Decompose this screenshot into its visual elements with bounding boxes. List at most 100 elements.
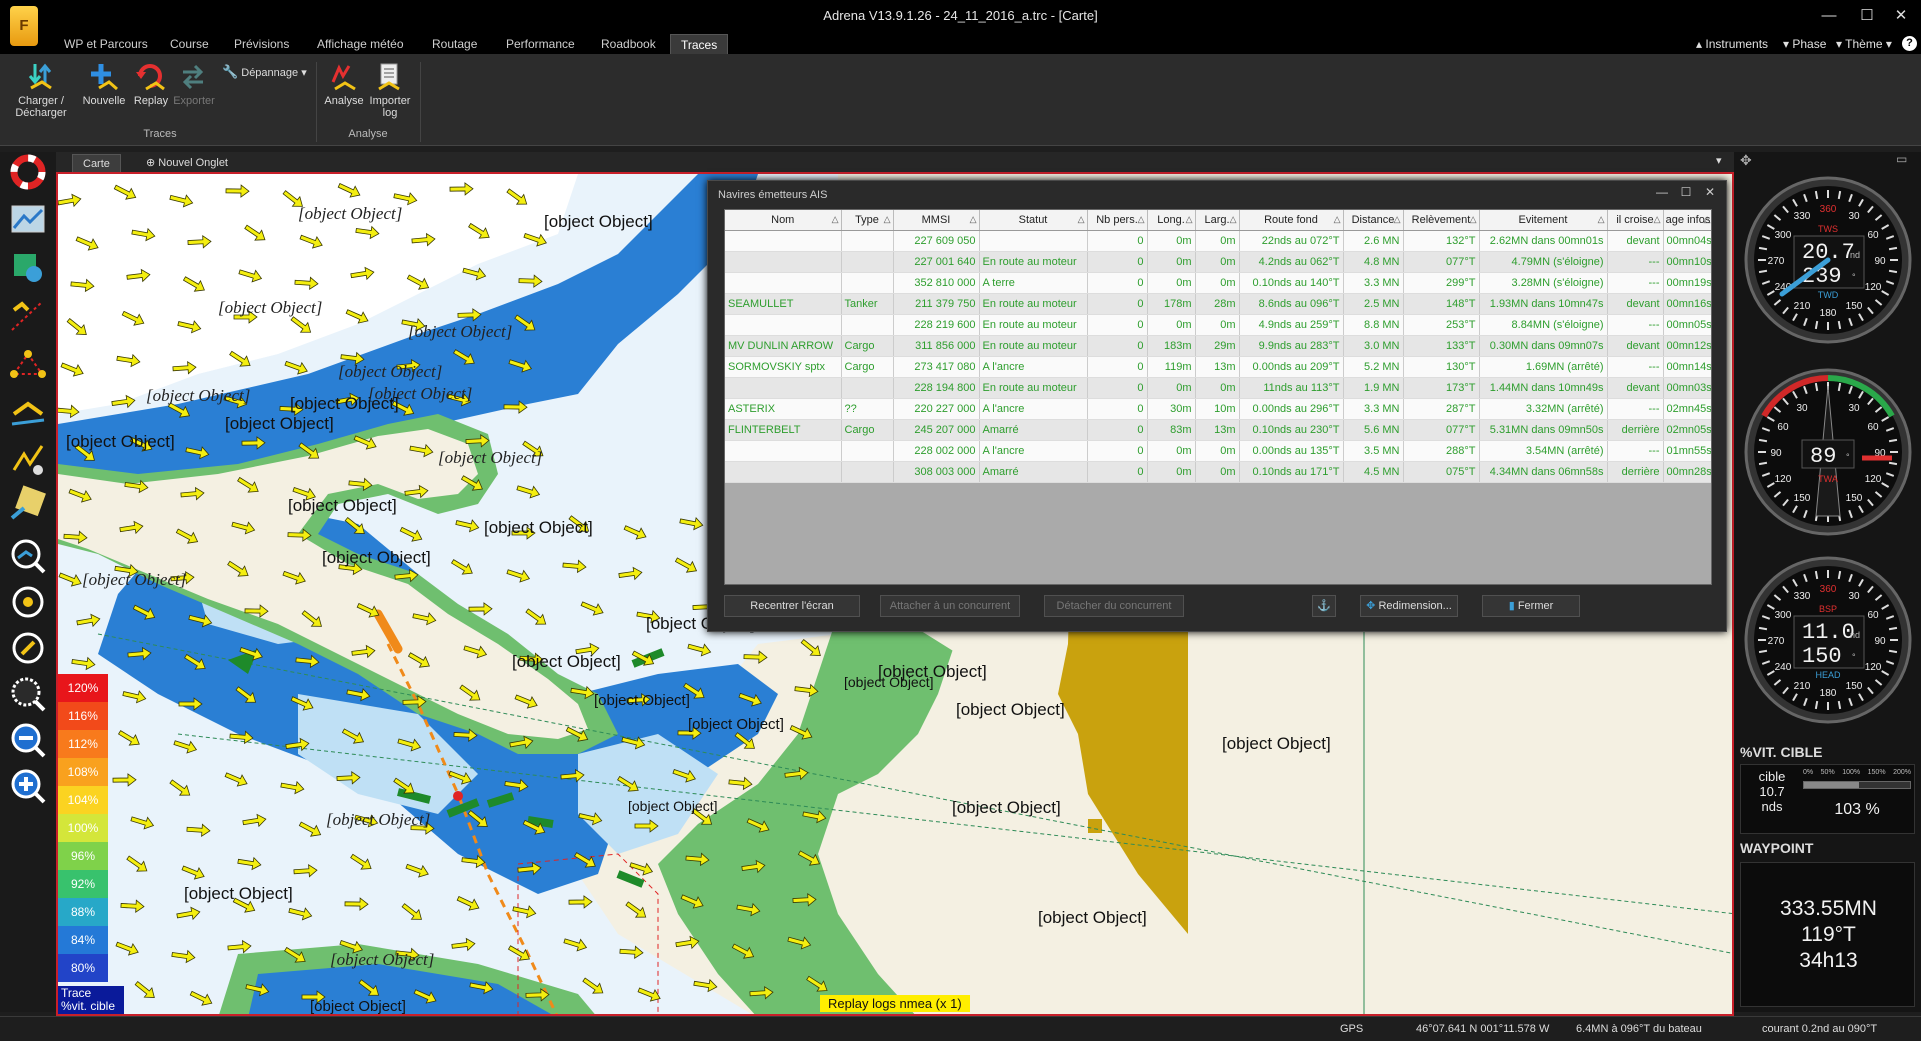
ais-row[interactable]: 228 002 000 A l'ancre 0 0m 0m 0.00nds au 135°… xyxy=(725,440,1711,462)
load-icon xyxy=(26,62,56,92)
ais-cell: derrière xyxy=(1607,461,1664,483)
ais-row[interactable]: MV DUNLIN ARROW Cargo 311 856 000 En route … xyxy=(725,335,1711,357)
ais-column-header[interactable]: Distance △ xyxy=(1343,210,1404,231)
ais-column-header[interactable]: Route fond △ xyxy=(1239,210,1344,231)
zoom-selection-icon[interactable] xyxy=(8,674,48,714)
ais-cell: 00mn12s xyxy=(1663,335,1711,357)
depannage-button[interactable]: 🔧 Dépannage ▾ xyxy=(222,64,312,80)
ais-cell: 1.69MN (arrêté) xyxy=(1479,356,1608,378)
tab-affichage-meteo[interactable]: Affichage météo xyxy=(307,34,414,54)
ais-column-header[interactable]: Relèvement △ xyxy=(1403,210,1480,231)
waypoints-icon[interactable] xyxy=(8,344,48,384)
column-label: Larg. xyxy=(1204,213,1230,226)
ais-column-header[interactable]: Nb pers. △ xyxy=(1087,210,1148,231)
close-button[interactable]: ✕ xyxy=(1886,5,1916,27)
ais-row[interactable]: SORMOVSKIY sptx Cargo 273 417 080 A l'ancre… xyxy=(725,356,1711,378)
help-button[interactable]: ? xyxy=(1902,36,1917,51)
ais-settings-button[interactable]: ⚓ xyxy=(1312,595,1336,617)
instruments-menu[interactable]: ▴ Instruments xyxy=(1696,35,1768,53)
maximize-button[interactable]: ☐ xyxy=(1852,5,1882,27)
ais-cell: 0m xyxy=(1147,314,1196,336)
tab-wp-parcours[interactable]: WP et Parcours xyxy=(54,34,158,54)
ais-dialog[interactable]: Navires émetteurs AIS — ☐ ✕ Nom △ Type △ MMS… xyxy=(707,180,1727,632)
replay-button[interactable]: Replay xyxy=(130,62,172,107)
gauge-tick-label: 300 xyxy=(1775,610,1792,621)
ais-column-header[interactable]: MMSI △ xyxy=(893,210,980,231)
map-tools-icon[interactable] xyxy=(8,248,48,288)
zoom-in-icon[interactable] xyxy=(8,766,48,806)
ais-cell: Cargo xyxy=(841,356,894,378)
charger-button[interactable]: Charger / Décharger xyxy=(10,62,72,119)
ais-row[interactable]: 228 219 600 En route au moteur 0 0m 0m 4.9nds… xyxy=(725,314,1711,336)
compare-icon[interactable] xyxy=(8,440,48,480)
ais-close-button[interactable]: ✕ xyxy=(1700,185,1720,199)
ais-maximize-button[interactable]: ☐ xyxy=(1676,185,1696,199)
tab-performance[interactable]: Performance xyxy=(496,34,585,54)
column-label: Nom xyxy=(771,213,795,226)
ais-cell: 253°T xyxy=(1403,314,1480,336)
place-label: [object Object] xyxy=(952,798,1061,817)
nouvelle-button[interactable]: Nouvelle xyxy=(78,62,130,107)
zoom-out-icon[interactable] xyxy=(8,720,48,760)
minimize-button[interactable]: — xyxy=(1814,5,1844,27)
doctab-nouvel-onglet[interactable]: ⊕ Nouvel Onglet xyxy=(136,154,238,172)
route-icon[interactable] xyxy=(8,296,48,336)
ais-cell: 00mn19s xyxy=(1663,272,1711,294)
redimension-button[interactable]: ✥ Redimension... xyxy=(1360,595,1458,617)
attacher-button[interactable]: Attacher à un concurrent xyxy=(880,595,1020,617)
ais-cell: 0.00nds au 296°T xyxy=(1239,398,1344,420)
ais-column-header[interactable]: Type △ xyxy=(841,210,894,231)
ais-column-header[interactable]: Long. △ xyxy=(1147,210,1196,231)
tab-roadbook[interactable]: Roadbook xyxy=(591,34,666,54)
group-separator xyxy=(420,62,421,142)
ais-column-header[interactable]: il croise △ xyxy=(1607,210,1664,231)
theme-menu[interactable]: ▾ Thème ▾ xyxy=(1836,35,1892,53)
zoom-track-icon[interactable] xyxy=(8,536,48,576)
ais-row[interactable]: SEAMULLET Tanker 211 379 750 En route au mo… xyxy=(725,293,1711,315)
recentrer-button[interactable]: Recentrer l'écran xyxy=(724,595,860,617)
grid-icon[interactable] xyxy=(8,482,48,522)
resize-icon: ✥ xyxy=(1366,600,1376,612)
detacher-button[interactable]: Détacher du concurrent xyxy=(1044,595,1184,617)
cursor-position: 46°07.641 N 001°11.578 W xyxy=(1416,1023,1550,1035)
course-icon[interactable] xyxy=(8,392,48,432)
chart-layer-icon[interactable] xyxy=(8,200,48,240)
fermer-button[interactable]: ▮ Fermer xyxy=(1482,595,1580,617)
ais-column-header[interactable]: Statut △ xyxy=(979,210,1088,231)
ais-row[interactable]: ASTERIX?? 220 227 000 A l'ancre 0 30m 10m 0.00… xyxy=(725,398,1711,420)
tab-traces[interactable]: Traces xyxy=(670,34,729,54)
center-boat-icon[interactable] xyxy=(8,582,48,622)
tab-routage[interactable]: Routage xyxy=(422,34,487,54)
tab-course[interactable]: Course xyxy=(160,34,219,54)
ais-row[interactable]: 228 194 800 En route au moteur 0 0m 0m 11nds … xyxy=(725,377,1711,399)
ais-column-header[interactable]: Larg. △ xyxy=(1195,210,1240,231)
center-compass-icon[interactable] xyxy=(8,628,48,668)
phase-menu[interactable]: ▾ Phase xyxy=(1783,35,1826,53)
ais-minimize-button[interactable]: — xyxy=(1652,185,1672,199)
ais-cell: 4.34MN dans 06mn58s xyxy=(1479,461,1608,483)
ais-row[interactable]: FLINTERBELT Cargo 245 207 000 Amarré 0 83m 13m… xyxy=(725,419,1711,441)
ais-row[interactable]: 227 001 640 En route au moteur 0 0m 0m 4.2nds… xyxy=(725,251,1711,273)
instrument-panel: ✥ ▭ 360 30 60 90 120 150 180 210 240 270 300 330 TW… xyxy=(1734,152,1921,1012)
ais-cell xyxy=(841,230,894,252)
ais-column-header[interactable]: Evitement △ xyxy=(1479,210,1608,231)
ais-column-header[interactable]: Nom △ xyxy=(725,210,842,231)
distance-from-boat: 6.4MN à 096°T du bateau xyxy=(1576,1023,1702,1035)
analyse-button[interactable]: Analyse xyxy=(322,62,366,107)
ais-cell: 1.93MN dans 10mn47s xyxy=(1479,293,1608,315)
doctab-carte[interactable]: Carte xyxy=(72,154,121,172)
ais-cell: 0m xyxy=(1195,440,1240,462)
panel-add-icon[interactable]: ✥ xyxy=(1740,152,1752,169)
ais-row[interactable]: 352 810 000 A terre 0 0m 0m 0.10nds au 140°T 3… xyxy=(725,272,1711,294)
place-label: [object Object] xyxy=(326,810,431,829)
importer-button[interactable]: Importer log xyxy=(366,62,414,119)
lifebuoy-icon[interactable] xyxy=(8,152,48,192)
tabs-dropdown-icon[interactable]: ▾ xyxy=(1706,152,1732,170)
panel-options-icon[interactable]: ▭ xyxy=(1896,152,1907,166)
tab-previsions[interactable]: Prévisions xyxy=(224,34,299,54)
ais-row[interactable]: 227 609 050 0 0m 0m 22nds au 072°T 2.6 MN 132°… xyxy=(725,230,1711,252)
ais-row[interactable]: 308 003 000 Amarré 0 0m 0m 0.10nds au 171°T 4.… xyxy=(725,461,1711,483)
place-label: [object Object] xyxy=(594,692,690,709)
exporter-button[interactable]: Exporter xyxy=(170,62,218,107)
ais-column-header[interactable]: age infos △ xyxy=(1663,210,1711,231)
